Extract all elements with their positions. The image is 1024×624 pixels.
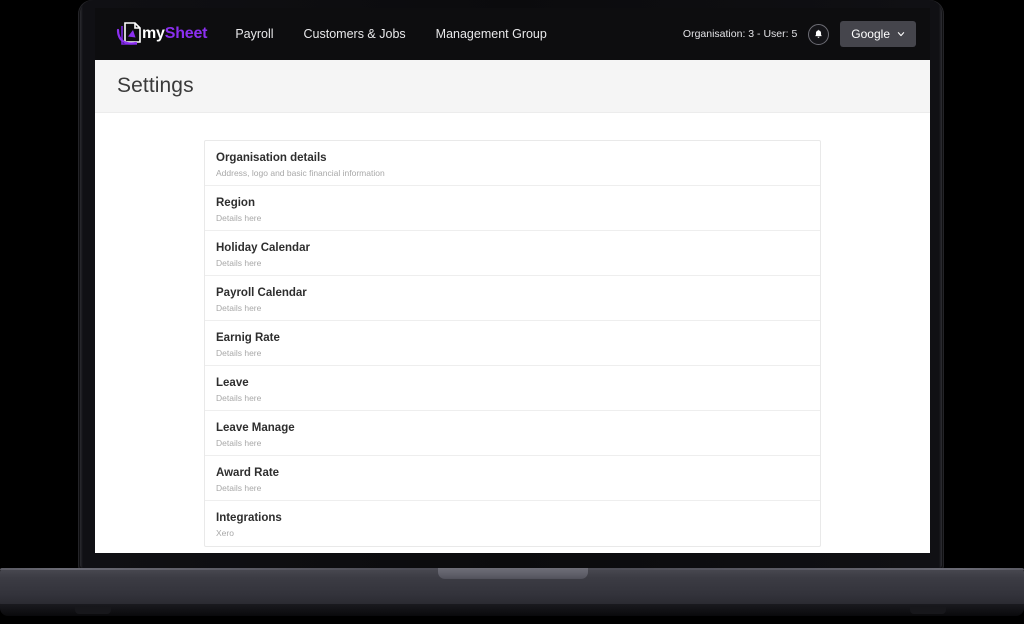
settings-item-integrations[interactable]: Integrations Xero [205,501,820,546]
laptop-foot-right [910,607,946,614]
nav-item-payroll[interactable]: Payroll [235,27,273,41]
app-header: mySheet Payroll Customers & Jobs Managem… [95,8,930,60]
organisation-user-status: Organisation: 3 - User: 5 [682,28,798,40]
settings-item-subtitle: Address, logo and basic financial inform… [216,168,385,178]
settings-item-title: Region [216,197,255,209]
laptop-foot-left [75,607,111,614]
screen-viewport: mySheet Payroll Customers & Jobs Managem… [95,8,930,553]
account-menu-button[interactable]: Google [840,21,916,47]
settings-item-award-rate[interactable]: Award Rate Details here [205,456,820,501]
settings-item-earnig-rate[interactable]: Earnig Rate Details here [205,321,820,366]
page-title: Settings [117,74,194,97]
settings-item-title: Leave Manage [216,422,295,434]
settings-item-title: Earnig Rate [216,332,280,344]
settings-item-subtitle: Details here [216,213,262,223]
brand-wordmark: mySheet [142,25,208,43]
brand-logo[interactable]: mySheet [113,18,208,50]
main-navigation: Payroll Customers & Jobs Management Grou… [235,27,547,41]
settings-list: Organisation details Address, logo and b… [204,140,821,547]
settings-item-subtitle: Xero [216,528,234,538]
settings-item-region[interactable]: Region Details here [205,186,820,231]
settings-item-payroll-calendar[interactable]: Payroll Calendar Details here [205,276,820,321]
document-swoosh-logo-icon [113,18,145,50]
settings-item-subtitle: Details here [216,393,262,403]
notifications-button[interactable] [808,23,830,45]
brand-text-accent: Sheet [164,25,208,42]
settings-item-subtitle: Details here [216,438,262,448]
settings-item-holiday-calendar[interactable]: Holiday Calendar Details here [205,231,820,276]
nav-item-management-group[interactable]: Management Group [436,27,547,41]
settings-item-subtitle: Details here [216,348,262,358]
settings-item-subtitle: Details here [216,303,262,313]
bell-icon [815,29,823,38]
laptop-base-shadow [0,604,1024,616]
settings-item-title: Award Rate [216,467,280,479]
laptop-mockup-scene: mySheet Payroll Customers & Jobs Managem… [0,0,1024,624]
laptop-base-notch [438,568,588,579]
settings-item-title: Integrations [216,512,282,524]
settings-item-subtitle: Details here [216,258,262,268]
settings-item-title: Organisation details [216,152,327,164]
settings-item-title: Payroll Calendar [216,287,307,299]
nav-item-customers-and-jobs[interactable]: Customers & Jobs [304,27,406,41]
settings-item-title: Leave [216,377,249,389]
settings-item-title: Holiday Calendar [216,242,310,254]
settings-item-organisation-details[interactable]: Organisation details Address, logo and b… [205,141,820,186]
account-menu-label: Google [851,27,890,41]
settings-item-leave-manage[interactable]: Leave Manage Details here [205,411,820,456]
brand-text-primary: my [142,25,165,42]
settings-item-leave[interactable]: Leave Details here [205,366,820,411]
page-title-band: Settings [95,60,930,113]
chevron-down-icon [897,32,905,37]
page-content: Organisation details Address, logo and b… [95,113,930,552]
header-right-cluster: Organisation: 3 - User: 5 Google [683,21,916,47]
settings-item-subtitle: Details here [216,483,262,493]
